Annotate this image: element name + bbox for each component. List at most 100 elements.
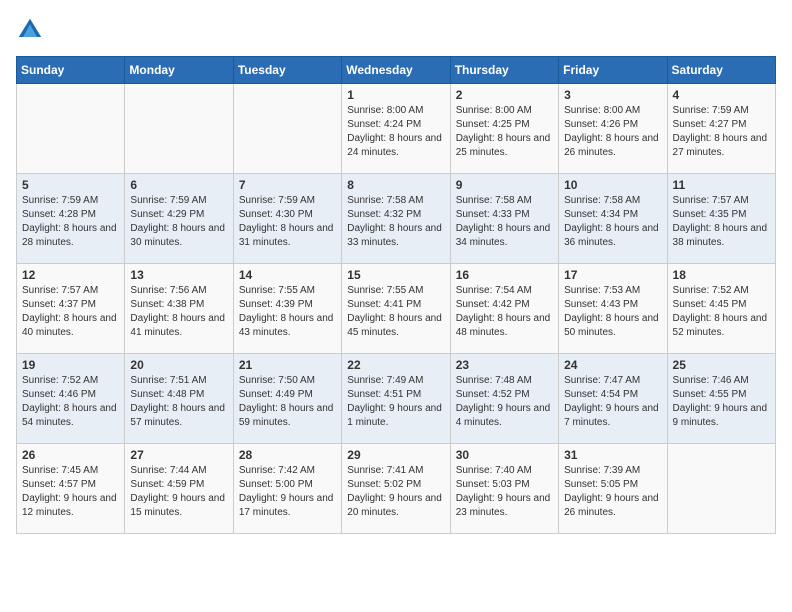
calendar-cell: 12 Sunrise: 7:57 AM Sunset: 4:37 PM Dayli… — [17, 264, 125, 354]
day-info: Sunrise: 7:44 AM Sunset: 4:59 PM Dayligh… — [130, 464, 227, 520]
day-number: 5 — [22, 178, 119, 192]
calendar-week-row: 1 Sunrise: 8:00 AM Sunset: 4:24 PM Daylig… — [17, 84, 776, 174]
day-info: Sunrise: 7:59 AM Sunset: 4:27 PM Dayligh… — [673, 104, 770, 160]
col-header-sunday: Sunday — [17, 57, 125, 84]
day-number: 25 — [673, 358, 770, 372]
day-info: Sunrise: 7:58 AM Sunset: 4:34 PM Dayligh… — [564, 194, 661, 250]
calendar-cell: 7 Sunrise: 7:59 AM Sunset: 4:30 PM Daylig… — [233, 174, 341, 264]
calendar-week-row: 19 Sunrise: 7:52 AM Sunset: 4:46 PM Dayli… — [17, 354, 776, 444]
day-info: Sunrise: 7:39 AM Sunset: 5:05 PM Dayligh… — [564, 464, 661, 520]
calendar-cell: 3Sunrise: 8:00 AM Sunset: 4:26 PM Daylig… — [559, 84, 667, 174]
day-number: 23 — [456, 358, 553, 372]
calendar-week-row: 26 Sunrise: 7:45 AM Sunset: 4:57 PM Dayli… — [17, 444, 776, 534]
day-number: 4 — [673, 88, 770, 102]
day-number: 28 — [239, 448, 336, 462]
day-number: 27 — [130, 448, 227, 462]
calendar-cell: 1 Sunrise: 8:00 AM Sunset: 4:24 PM Daylig… — [342, 84, 450, 174]
day-number: 26 — [22, 448, 119, 462]
calendar-cell: 4 Sunrise: 7:59 AM Sunset: 4:27 PM Daylig… — [667, 84, 775, 174]
calendar-cell — [17, 84, 125, 174]
day-info: Sunrise: 7:40 AM Sunset: 5:03 PM Dayligh… — [456, 464, 553, 520]
calendar-cell — [125, 84, 233, 174]
day-number: 24 — [564, 358, 661, 372]
calendar-cell: 31 Sunrise: 7:39 AM Sunset: 5:05 PM Dayli… — [559, 444, 667, 534]
day-info: Sunrise: 7:50 AM Sunset: 4:49 PM Dayligh… — [239, 374, 336, 430]
day-info: Sunrise: 7:58 AM Sunset: 4:33 PM Dayligh… — [456, 194, 553, 250]
calendar-cell: 6Sunrise: 7:59 AM Sunset: 4:29 PM Daylig… — [125, 174, 233, 264]
day-number: 13 — [130, 268, 227, 282]
calendar-cell: 21 Sunrise: 7:50 AM Sunset: 4:49 PM Dayli… — [233, 354, 341, 444]
day-info: Sunrise: 7:49 AM Sunset: 4:51 PM Dayligh… — [347, 374, 444, 430]
calendar-cell: 15Sunrise: 7:55 AM Sunset: 4:41 PM Dayli… — [342, 264, 450, 354]
calendar-cell: 13 Sunrise: 7:56 AM Sunset: 4:38 PM Dayli… — [125, 264, 233, 354]
day-info: Sunrise: 7:55 AM Sunset: 4:39 PM Dayligh… — [239, 284, 336, 340]
day-number: 30 — [456, 448, 553, 462]
day-number: 2 — [456, 88, 553, 102]
calendar-cell: 20 Sunrise: 7:51 AM Sunset: 4:48 PM Dayli… — [125, 354, 233, 444]
calendar-cell: 25 Sunrise: 7:46 AM Sunset: 4:55 PM Dayli… — [667, 354, 775, 444]
day-number: 19 — [22, 358, 119, 372]
day-info: Sunrise: 7:57 AM Sunset: 4:35 PM Dayligh… — [673, 194, 770, 250]
calendar-cell: 26 Sunrise: 7:45 AM Sunset: 4:57 PM Dayli… — [17, 444, 125, 534]
logo — [16, 16, 48, 44]
day-info: Sunrise: 7:56 AM Sunset: 4:38 PM Dayligh… — [130, 284, 227, 340]
calendar-cell: 27 Sunrise: 7:44 AM Sunset: 4:59 PM Dayli… — [125, 444, 233, 534]
calendar-cell: 19 Sunrise: 7:52 AM Sunset: 4:46 PM Dayli… — [17, 354, 125, 444]
day-number: 9 — [456, 178, 553, 192]
calendar-cell: 22 Sunrise: 7:49 AM Sunset: 4:51 PM Dayli… — [342, 354, 450, 444]
day-info: Sunrise: 7:51 AM Sunset: 4:48 PM Dayligh… — [130, 374, 227, 430]
day-info: Sunrise: 7:58 AM Sunset: 4:32 PM Dayligh… — [347, 194, 444, 250]
day-info: Sunrise: 7:48 AM Sunset: 4:52 PM Dayligh… — [456, 374, 553, 430]
calendar-cell: 30 Sunrise: 7:40 AM Sunset: 5:03 PM Dayli… — [450, 444, 558, 534]
col-header-saturday: Saturday — [667, 57, 775, 84]
calendar-cell: 18 Sunrise: 7:52 AM Sunset: 4:45 PM Dayli… — [667, 264, 775, 354]
day-number: 18 — [673, 268, 770, 282]
calendar-cell: 28Sunrise: 7:42 AM Sunset: 5:00 PM Dayli… — [233, 444, 341, 534]
day-number: 29 — [347, 448, 444, 462]
day-info: Sunrise: 7:59 AM Sunset: 4:28 PM Dayligh… — [22, 194, 119, 250]
day-number: 7 — [239, 178, 336, 192]
day-info: Sunrise: 7:52 AM Sunset: 4:45 PM Dayligh… — [673, 284, 770, 340]
col-header-tuesday: Tuesday — [233, 57, 341, 84]
day-number: 6 — [130, 178, 227, 192]
calendar-cell: 8Sunrise: 7:58 AM Sunset: 4:32 PM Daylig… — [342, 174, 450, 264]
calendar-week-row: 12 Sunrise: 7:57 AM Sunset: 4:37 PM Dayli… — [17, 264, 776, 354]
day-number: 14 — [239, 268, 336, 282]
day-number: 10 — [564, 178, 661, 192]
day-info: Sunrise: 7:57 AM Sunset: 4:37 PM Dayligh… — [22, 284, 119, 340]
calendar-cell: 17 Sunrise: 7:53 AM Sunset: 4:43 PM Dayli… — [559, 264, 667, 354]
calendar-cell: 24Sunrise: 7:47 AM Sunset: 4:54 PM Dayli… — [559, 354, 667, 444]
day-number: 16 — [456, 268, 553, 282]
day-info: Sunrise: 7:45 AM Sunset: 4:57 PM Dayligh… — [22, 464, 119, 520]
calendar-cell: 16 Sunrise: 7:54 AM Sunset: 4:42 PM Dayli… — [450, 264, 558, 354]
calendar-week-row: 5 Sunrise: 7:59 AM Sunset: 4:28 PM Daylig… — [17, 174, 776, 264]
day-info: Sunrise: 7:46 AM Sunset: 4:55 PM Dayligh… — [673, 374, 770, 430]
day-number: 31 — [564, 448, 661, 462]
calendar-cell — [667, 444, 775, 534]
day-info: Sunrise: 8:00 AM Sunset: 4:24 PM Dayligh… — [347, 104, 444, 160]
day-number: 17 — [564, 268, 661, 282]
day-number: 1 — [347, 88, 444, 102]
col-header-monday: Monday — [125, 57, 233, 84]
day-info: Sunrise: 7:55 AM Sunset: 4:41 PM Dayligh… — [347, 284, 444, 340]
day-info: Sunrise: 7:54 AM Sunset: 4:42 PM Dayligh… — [456, 284, 553, 340]
calendar-cell: 29Sunrise: 7:41 AM Sunset: 5:02 PM Dayli… — [342, 444, 450, 534]
calendar-cell: 9 Sunrise: 7:58 AM Sunset: 4:33 PM Daylig… — [450, 174, 558, 264]
day-number: 11 — [673, 178, 770, 192]
day-info: Sunrise: 7:52 AM Sunset: 4:46 PM Dayligh… — [22, 374, 119, 430]
calendar-cell: 10 Sunrise: 7:58 AM Sunset: 4:34 PM Dayli… — [559, 174, 667, 264]
day-info: Sunrise: 7:53 AM Sunset: 4:43 PM Dayligh… — [564, 284, 661, 340]
calendar-header-row: SundayMondayTuesdayWednesdayThursdayFrid… — [17, 57, 776, 84]
calendar-cell — [233, 84, 341, 174]
calendar-cell: 11 Sunrise: 7:57 AM Sunset: 4:35 PM Dayli… — [667, 174, 775, 264]
day-info: Sunrise: 8:00 AM Sunset: 4:26 PM Dayligh… — [564, 104, 661, 160]
calendar-cell: 2Sunrise: 8:00 AM Sunset: 4:25 PM Daylig… — [450, 84, 558, 174]
day-number: 12 — [22, 268, 119, 282]
calendar-cell: 14 Sunrise: 7:55 AM Sunset: 4:39 PM Dayli… — [233, 264, 341, 354]
calendar-table: SundayMondayTuesdayWednesdayThursdayFrid… — [16, 56, 776, 534]
day-number: 22 — [347, 358, 444, 372]
day-number: 20 — [130, 358, 227, 372]
day-info: Sunrise: 7:59 AM Sunset: 4:30 PM Dayligh… — [239, 194, 336, 250]
day-number: 21 — [239, 358, 336, 372]
col-header-friday: Friday — [559, 57, 667, 84]
